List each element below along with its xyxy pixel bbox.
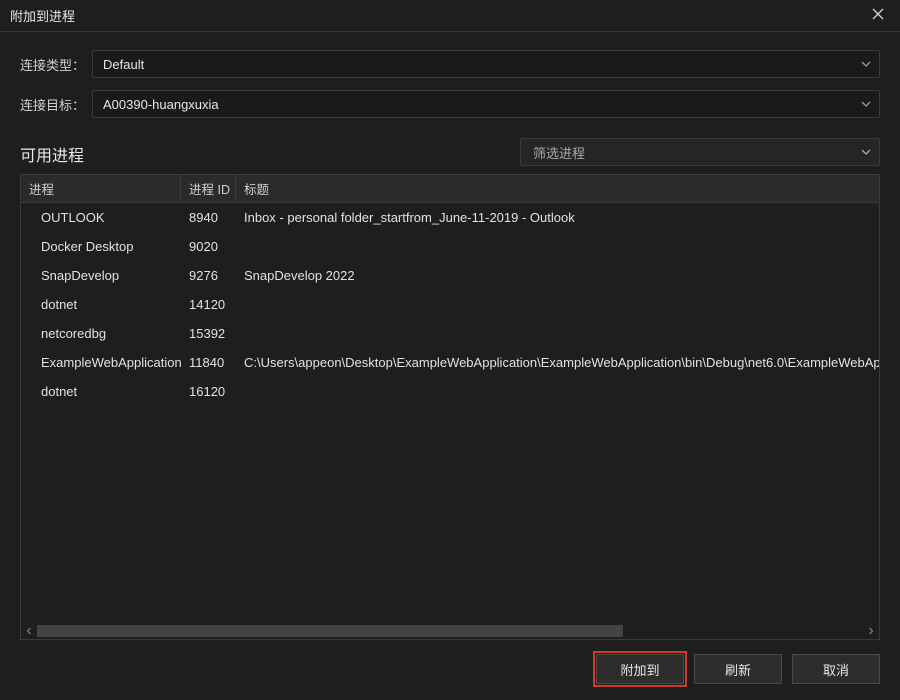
cell-title [236,232,879,261]
scrollbar-thumb[interactable] [37,625,623,637]
column-header-process[interactable]: 进程 [21,175,181,202]
cell-title [236,377,879,406]
dialog-footer: 附加到 刷新 取消 [0,640,900,700]
cell-pid: 9276 [181,261,236,290]
chevron-down-icon [861,147,871,157]
titlebar: 附加到进程 [0,0,900,32]
cell-pid: 9020 [181,232,236,261]
cell-process: dotnet [21,290,181,319]
cell-process: ExampleWebApplication [21,348,181,377]
cell-title: Inbox - personal folder_startfrom_June-1… [236,203,879,232]
cell-title: C:\Users\appeon\Desktop\ExampleWebApplic… [236,348,879,377]
scroll-right-button[interactable] [865,625,877,637]
chevron-right-icon [867,627,875,635]
cell-title: SnapDevelop 2022 [236,261,879,290]
chevron-down-icon [861,59,871,69]
table-row[interactable]: ExampleWebApplication11840C:\Users\appeo… [21,348,879,377]
cell-process: Docker Desktop [21,232,181,261]
cell-pid: 8940 [181,203,236,232]
chevron-left-icon [25,627,33,635]
cell-process: SnapDevelop [21,261,181,290]
column-header-pid[interactable]: 进程 ID [181,175,236,202]
table-row[interactable]: SnapDevelop9276SnapDevelop 2022 [21,261,879,290]
window-title: 附加到进程 [10,6,75,25]
horizontal-scrollbar [21,623,879,639]
connection-target-row: 连接目标： A00390-huangxuxia [20,90,880,118]
cell-title [236,290,879,319]
connection-target-dropdown[interactable]: A00390-huangxuxia [92,90,880,118]
table-body: OUTLOOK8940Inbox - personal folder_start… [21,203,879,623]
connection-target-label: 连接目标： [20,95,84,114]
filter-placeholder: 筛选进程 [533,143,585,162]
cell-pid: 16120 [181,377,236,406]
close-button[interactable] [864,2,892,30]
available-processes-header: 可用进程 筛选进程 [0,124,900,174]
connection-type-row: 连接类型： Default [20,50,880,78]
table-row[interactable]: Docker Desktop9020 [21,232,879,261]
connection-form: 连接类型： Default 连接目标： A00390-huangxuxia [0,32,900,124]
cell-title [236,319,879,348]
connection-type-label: 连接类型： [20,55,84,74]
connection-type-dropdown[interactable]: Default [92,50,880,78]
table-row[interactable]: dotnet14120 [21,290,879,319]
table-row[interactable]: netcoredbg15392 [21,319,879,348]
cell-pid: 14120 [181,290,236,319]
cell-pid: 15392 [181,319,236,348]
table-row[interactable]: OUTLOOK8940Inbox - personal folder_start… [21,203,879,232]
chevron-down-icon [861,99,871,109]
connection-target-value: A00390-huangxuxia [103,97,219,112]
cell-process: netcoredbg [21,319,181,348]
table-header: 进程 进程 ID 标题 [21,175,879,203]
cancel-button[interactable]: 取消 [792,654,880,684]
cell-process: OUTLOOK [21,203,181,232]
cell-pid: 11840 [181,348,236,377]
section-title: 可用进程 [20,142,84,166]
refresh-button[interactable]: 刷新 [694,654,782,684]
attach-button[interactable]: 附加到 [596,654,684,684]
close-icon [872,8,884,23]
scrollbar-track[interactable] [37,625,863,637]
table-row[interactable]: dotnet16120 [21,377,879,406]
cell-process: dotnet [21,377,181,406]
column-header-title[interactable]: 标题 [236,175,879,202]
filter-processes-dropdown[interactable]: 筛选进程 [520,138,880,166]
scroll-left-button[interactable] [23,625,35,637]
process-table: 进程 进程 ID 标题 OUTLOOK8940Inbox - personal … [20,174,880,640]
connection-type-value: Default [103,57,144,72]
